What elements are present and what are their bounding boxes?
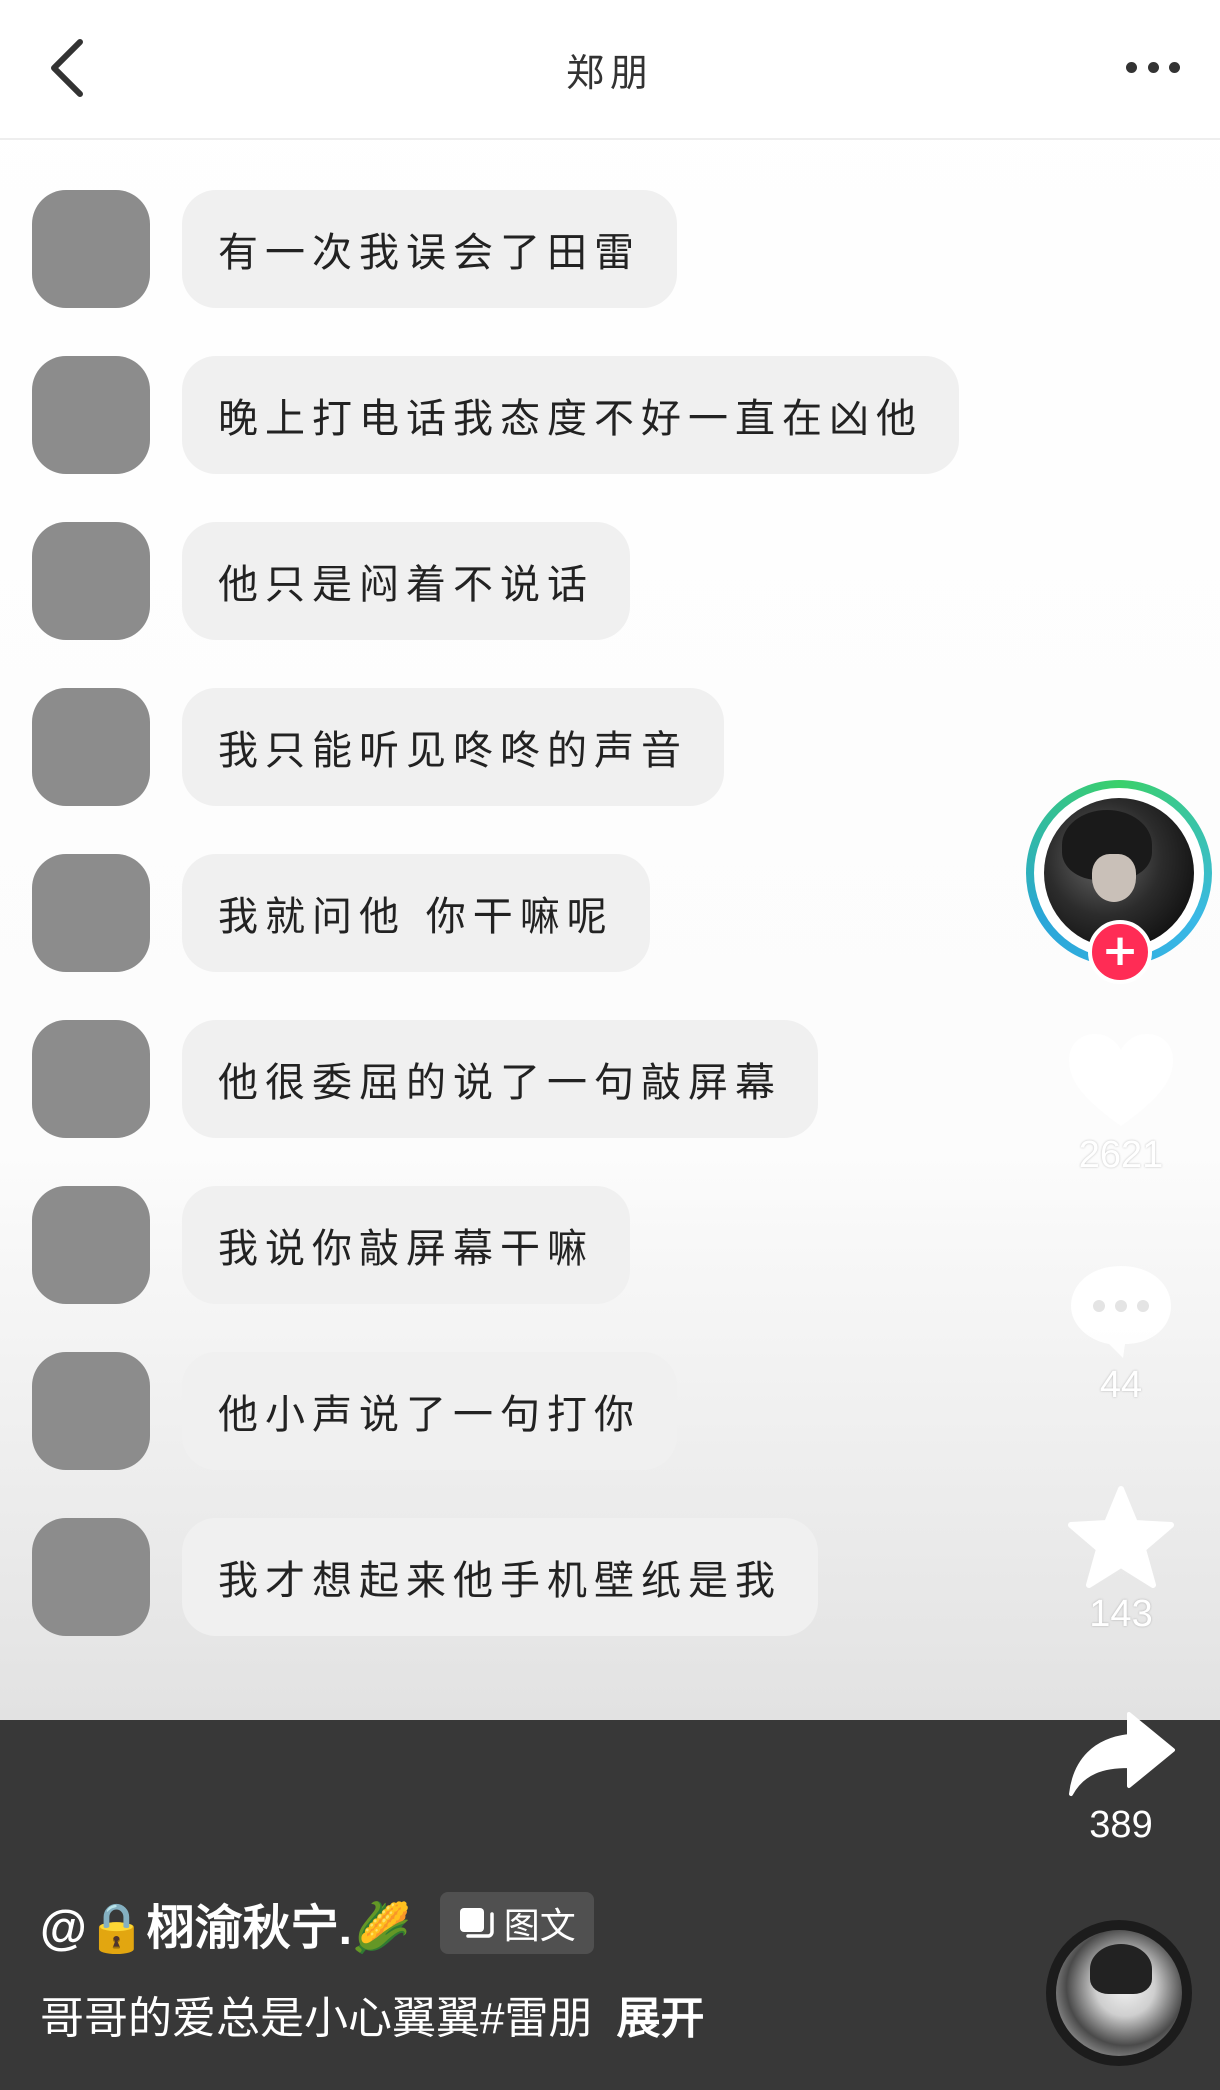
chat-header: 郑朋: [0, 0, 1220, 140]
share-count: 389: [1089, 1804, 1153, 1846]
sender-avatar: [32, 1020, 150, 1138]
sender-avatar: [32, 1352, 150, 1470]
like-button[interactable]: 2621: [1026, 1030, 1216, 1177]
message-bubble: 我只能听见咚咚的声音: [182, 688, 724, 806]
share-arrow-icon: [1069, 1712, 1175, 1796]
chat-message: 有一次我误会了田雷: [0, 190, 1220, 308]
sender-avatar: [32, 522, 150, 640]
music-disc[interactable]: [1046, 1920, 1192, 2066]
more-dot: [1169, 61, 1180, 73]
sender-avatar: [32, 356, 150, 474]
sender-avatar: [32, 1518, 150, 1636]
music-cover-image: [1056, 1930, 1182, 2056]
follow-button[interactable]: +: [1088, 920, 1152, 984]
author-name[interactable]: @🔒栩渝秋宁.🌽: [40, 1888, 412, 1958]
comment-count: 44: [1099, 1364, 1143, 1406]
share-button[interactable]: 389: [1026, 1710, 1216, 1847]
tag-label: 图文: [503, 1905, 576, 1946]
star-icon: [1068, 1486, 1174, 1588]
message-bubble: 他小声说了一句打你: [182, 1352, 677, 1470]
sender-avatar: [32, 1186, 150, 1304]
favorite-button[interactable]: 143: [1026, 1485, 1216, 1636]
image-text-tag[interactable]: 图文: [439, 1892, 594, 1954]
sender-avatar: [32, 688, 150, 806]
message-bubble: 晚上打电话我态度不好一直在凶他: [182, 356, 959, 474]
like-count: 2621: [1078, 1134, 1164, 1176]
more-dots-icon: [1126, 61, 1137, 73]
post-caption: 哥哥的爱总是小心翼翼#雷朋 展开: [40, 1982, 704, 2046]
message-bubble: 我说你敲屏幕干嘛: [182, 1186, 630, 1304]
heart-icon: [1069, 1034, 1173, 1126]
chat-message: 晚上打电话我态度不好一直在凶他: [0, 356, 1220, 474]
favorite-count: 143: [1089, 1593, 1153, 1635]
chat-message: 他只是闷着不说话: [0, 522, 1220, 640]
screen: 郑朋 有一次我误会了田雷 晚上打电话我态度不好一直在凶他 他只是闷着不说话 我只…: [0, 0, 1220, 2090]
sender-avatar: [32, 190, 150, 308]
message-bubble: 他很委屈的说了一句敲屏幕: [182, 1020, 818, 1138]
expand-link[interactable]: 展开: [616, 1994, 704, 2043]
message-bubble: 我就问他 你干嘛呢: [182, 854, 650, 972]
sender-avatar: [32, 854, 150, 972]
chat-title: 郑朋: [565, 51, 654, 95]
message-bubble: 他只是闷着不说话: [182, 522, 630, 640]
more-dot: [1147, 61, 1159, 73]
comment-icon: [1071, 1266, 1171, 1358]
caption-text: 哥哥的爱总是小心翼翼#雷朋: [40, 1994, 593, 2043]
message-bubble: 我才想起来他手机壁纸是我: [182, 1518, 818, 1636]
more-button[interactable]: [1126, 58, 1180, 76]
chat-message: 我只能听见咚咚的声音: [0, 688, 1220, 806]
image-text-icon: [459, 1908, 494, 1938]
message-bubble: 有一次我误会了田雷: [182, 190, 677, 308]
comment-button[interactable]: 44: [1026, 1260, 1216, 1407]
author-row: @🔒栩渝秋宁.🌽 图文: [40, 1888, 594, 1958]
